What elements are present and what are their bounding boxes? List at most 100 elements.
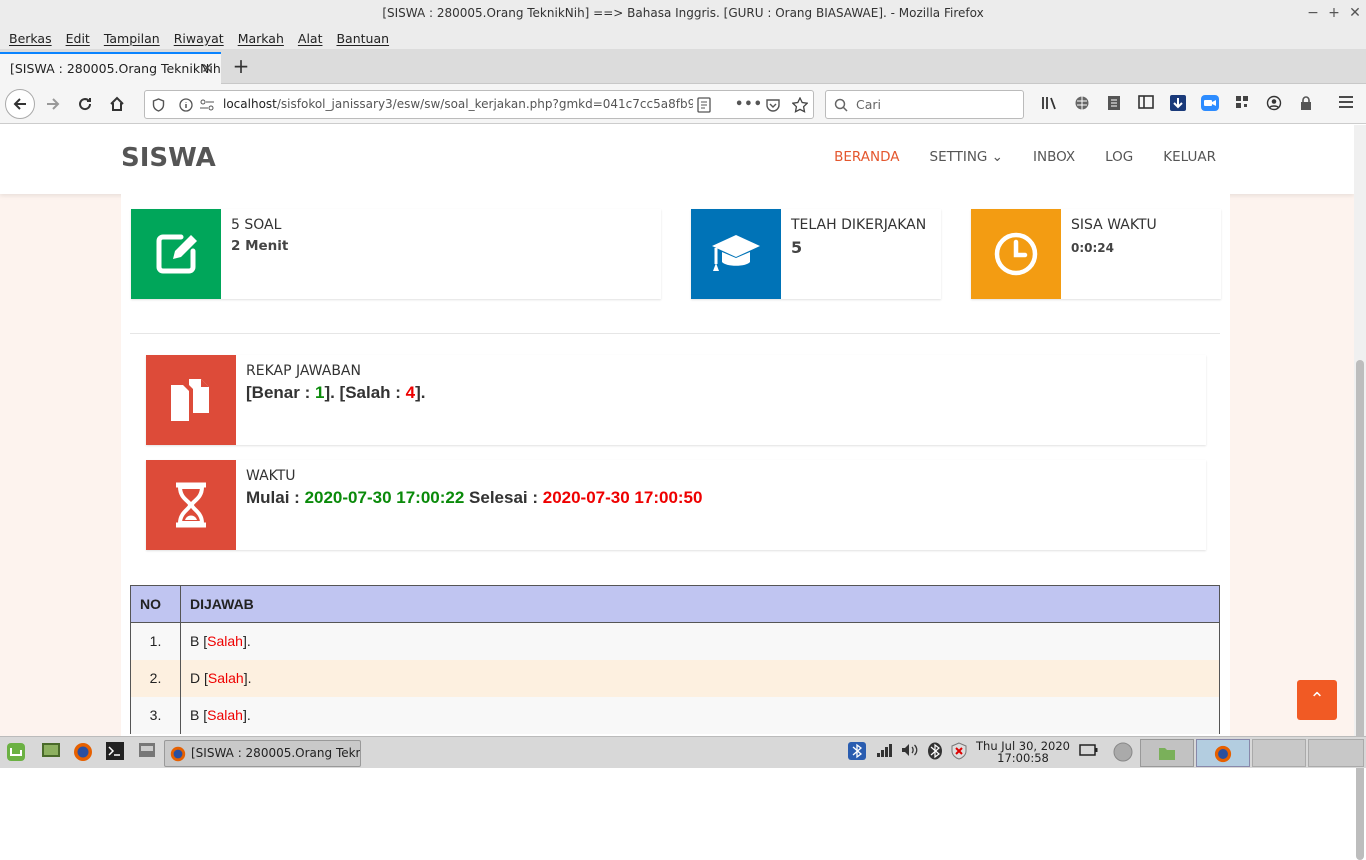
page-scrollbar[interactable]: [1354, 125, 1366, 860]
answer-choice: D [: [190, 670, 208, 686]
menu-bantuan[interactable]: Bantuan: [331, 31, 394, 46]
soal-duration: 2 Menit: [231, 238, 289, 254]
library-icon[interactable]: [1040, 95, 1060, 115]
site-navbar: SISWA BERANDA SETTING ⌄ INBOX LOG KELUAR: [0, 125, 1354, 194]
taskbar-window-firefox[interactable]: [SISWA : 280005.Orang Tekn...: [164, 740, 361, 767]
nav-keluar[interactable]: KELUAR: [1163, 149, 1216, 165]
minimize-button[interactable]: −: [1302, 0, 1324, 27]
menu-edit[interactable]: Edit: [61, 31, 95, 46]
tab-close-icon[interactable]: ✕: [201, 54, 213, 84]
url-text[interactable]: localhost/sisfokol_janissary3/esw/sw/soa…: [223, 91, 693, 118]
back-button[interactable]: [5, 89, 35, 119]
table-header-no: NO: [130, 585, 181, 623]
new-tab-button[interactable]: +: [230, 49, 252, 84]
file-manager-icon[interactable]: [136, 742, 158, 764]
info-box-dikerjakan: TELAH DIKERJAKAN 5: [691, 209, 941, 299]
video-call-icon[interactable]: [1200, 95, 1220, 115]
rekap-benar-prefix: [Benar :: [246, 383, 315, 402]
url-host: localhost: [223, 97, 277, 111]
hourglass-icon: [146, 460, 236, 550]
forward-button[interactable]: [38, 89, 68, 119]
search-input[interactable]: Cari: [825, 90, 1024, 119]
row-answer: B [Salah].: [180, 622, 1220, 660]
lock-icon[interactable]: [1296, 95, 1316, 115]
maximize-button[interactable]: +: [1323, 0, 1345, 27]
nav-log[interactable]: LOG: [1105, 149, 1133, 165]
shield-icon[interactable]: [152, 91, 165, 122]
workspace-1[interactable]: [1140, 739, 1194, 767]
main-content: 5 SOAL 2 Menit TELAH DIKERJAKAN 5 SISA W…: [121, 194, 1230, 736]
table-row: 2. D [Salah].: [130, 659, 1220, 697]
reload-button[interactable]: [70, 89, 100, 119]
hamburger-menu-icon[interactable]: [1336, 95, 1356, 115]
update-shield-icon[interactable]: [948, 742, 970, 764]
menu-tampilan[interactable]: Tampilan: [99, 31, 165, 46]
user-avatar-icon[interactable]: [1112, 742, 1134, 764]
window-title: [SISWA : 280005.Orang TeknikNih] ==> Bah…: [0, 0, 1366, 27]
row-number: 3.: [130, 696, 181, 734]
answer-status: Salah: [207, 670, 244, 686]
folder-icon: [1159, 748, 1175, 760]
home-button[interactable]: [102, 89, 132, 119]
url-bar[interactable]: localhost/sisfokol_janissary3/esw/sw/soa…: [144, 90, 814, 119]
permissions-icon[interactable]: [199, 91, 215, 122]
firefox-icon: [170, 746, 186, 762]
site-brand[interactable]: SISWA: [121, 143, 216, 173]
terminal-icon[interactable]: [104, 742, 126, 764]
site-nav-links: BERANDA SETTING ⌄ INBOX LOG KELUAR: [834, 149, 1216, 165]
taskbar-window-title: [SISWA : 280005.Orang Tekn...: [191, 746, 361, 760]
notes-icon[interactable]: [1104, 95, 1124, 115]
tab-active[interactable]: [SISWA : 280005.Orang TeknikNih ✕: [0, 52, 221, 84]
sisa-waktu-value: 0:0:24: [1071, 241, 1114, 255]
bookmark-star-icon[interactable]: [791, 91, 809, 123]
answers-table: NO DIJAWAB 1. B [Salah]. 2. D [Salah]. 3…: [130, 585, 1220, 734]
row-number: 1.: [130, 622, 181, 660]
row-answer: D [Salah].: [180, 659, 1220, 697]
menu-riwayat[interactable]: Riwayat: [169, 31, 229, 46]
workspace-4[interactable]: [1308, 739, 1364, 767]
nav-inbox[interactable]: INBOX: [1033, 149, 1075, 165]
sidebar-icon[interactable]: [1136, 95, 1156, 115]
web-page: SISWA BERANDA SETTING ⌄ INBOX LOG KELUAR…: [0, 125, 1354, 736]
firefox-launcher-icon[interactable]: [72, 742, 94, 764]
workspace-2[interactable]: [1196, 739, 1250, 767]
bluetooth-icon[interactable]: [924, 742, 946, 764]
scrollbar-thumb[interactable]: [1356, 360, 1364, 860]
tab-bar: [SISWA : 280005.Orang TeknikNih ✕: [0, 49, 1366, 84]
mint-menu-icon[interactable]: [5, 742, 27, 764]
battery-icon[interactable]: [1078, 742, 1100, 764]
edit-icon: [131, 209, 221, 299]
page-actions-icon[interactable]: •••: [735, 91, 763, 118]
volume-icon[interactable]: [898, 742, 920, 764]
menu-berkas[interactable]: Berkas: [4, 31, 57, 46]
answer-choice: B [: [190, 707, 208, 723]
system-clock[interactable]: Thu Jul 30, 2020 17:00:58: [976, 740, 1070, 764]
close-button[interactable]: ✕: [1344, 0, 1366, 27]
mulai-time: 2020-07-30 17:00:22: [304, 488, 465, 507]
show-desktop-icon[interactable]: [40, 742, 62, 764]
qr-code-icon[interactable]: [1232, 95, 1252, 115]
bluetooth-tray-icon[interactable]: [846, 742, 868, 764]
globe-extension-icon[interactable]: [1072, 95, 1092, 115]
back-to-top-button[interactable]: ⌃: [1297, 680, 1337, 720]
pocket-icon[interactable]: [765, 91, 781, 122]
clock-icon: [971, 209, 1061, 299]
network-signal-icon[interactable]: [874, 742, 896, 764]
download-icon[interactable]: [1168, 95, 1188, 115]
answer-choice: B [: [190, 633, 208, 650]
row-answer: B [Salah].: [180, 696, 1220, 734]
menu-alat[interactable]: Alat: [293, 31, 328, 46]
soal-count-label: 5 SOAL: [231, 217, 282, 233]
nav-beranda[interactable]: BERANDA: [834, 149, 899, 165]
info-icon[interactable]: [179, 91, 193, 122]
back-arrow-icon: [13, 98, 26, 110]
menu-markah[interactable]: Markah: [233, 31, 289, 46]
nav-setting[interactable]: SETTING ⌄: [930, 149, 1004, 165]
waktu-label: WAKTU: [246, 468, 296, 484]
reader-view-icon[interactable]: [697, 91, 711, 123]
rekap-result: [Benar : 1]. [Salah : 4].: [246, 383, 426, 403]
copy-files-icon: [146, 355, 236, 445]
account-icon[interactable]: [1264, 95, 1284, 115]
workspace-3[interactable]: [1252, 739, 1306, 767]
search-icon: [834, 91, 848, 121]
